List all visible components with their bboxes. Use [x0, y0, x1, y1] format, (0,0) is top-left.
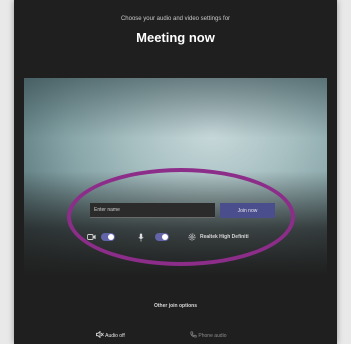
camera-toggle-knob: [108, 234, 114, 240]
camera-toggle[interactable]: [101, 233, 115, 241]
phone-audio-label: Phone audio: [198, 333, 227, 339]
meeting-subtitle: Choose your audio and video settings for: [120, 16, 231, 22]
video-preview: [24, 78, 327, 276]
microphone-icon[interactable]: [138, 233, 144, 242]
audio-off-label: Audio off: [105, 333, 125, 339]
join-now-button[interactable]: Join now: [220, 203, 275, 218]
phone-audio-option[interactable]: Phone audio: [190, 331, 226, 339]
speaker-icon: [96, 330, 104, 339]
meeting-join-window: Choose your audio and video settings for…: [14, 0, 337, 344]
audio-device-label[interactable]: Realtek High Definiti: [200, 234, 249, 240]
microphone-toggle[interactable]: [155, 233, 169, 241]
gear-icon[interactable]: [188, 233, 196, 241]
microphone-toggle-knob: [162, 234, 168, 240]
phone-icon: [190, 331, 197, 338]
meeting-title: Meeting now: [136, 30, 215, 45]
name-input[interactable]: [90, 203, 215, 218]
audio-off-option[interactable]: Audio off: [96, 330, 125, 339]
other-join-options-label: Other join options: [153, 303, 198, 309]
camera-icon[interactable]: [87, 234, 96, 240]
